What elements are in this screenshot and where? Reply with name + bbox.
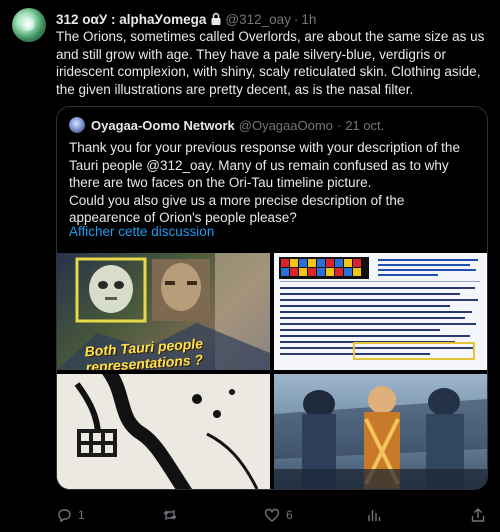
timestamp[interactable]: 1h (301, 12, 316, 27)
quote-handle: @OyagaaOomo (238, 117, 333, 133)
bar-chart-icon (368, 510, 381, 521)
media-image-3[interactable] (57, 374, 270, 489)
views-button[interactable] (366, 506, 388, 524)
retweet-icon (163, 510, 177, 520)
quote-date: 21 oct. (345, 117, 385, 133)
quoted-tweet[interactable]: Oyagaa-Oomo Network @OyagaaOomo · 21 oct… (56, 106, 488, 490)
reply-button[interactable]: 1 (56, 506, 85, 524)
like-button[interactable]: 6 (264, 506, 293, 524)
show-thread-link[interactable]: Afficher cette discussion (69, 224, 214, 239)
display-name[interactable]: 312 oαУ : alphaУomega (56, 12, 206, 27)
quote-separator: · (336, 117, 342, 133)
share-button[interactable] (470, 506, 492, 524)
painting-illustration (274, 386, 487, 489)
quote-text: Thank you for your previous response wit… (69, 140, 460, 225)
handle[interactable]: @312_oay (225, 12, 291, 27)
reply-count: 1 (78, 508, 85, 522)
action-bar: 1 6 (56, 506, 496, 524)
media-grid: Both Tauri people representations ? (57, 253, 487, 489)
media-image-1[interactable]: Both Tauri people representations ? (57, 253, 270, 370)
avatar[interactable] (12, 8, 46, 42)
quote-display-name: Oyagaa-Oomo Network (91, 117, 235, 133)
media-image-4[interactable] (274, 374, 487, 489)
tweet-text: The Orions, sometimes called Overlords, … (56, 29, 485, 97)
lock-icon (210, 12, 222, 26)
quote-header: Oyagaa-Oomo Network @OyagaaOomo · 21 oct… (91, 116, 479, 134)
retweet-button[interactable] (162, 506, 184, 524)
tweet[interactable]: 312 oαУ : alphaУomega @312_oay · 1h The … (0, 0, 500, 532)
separator: · (293, 11, 299, 27)
quote-avatar (69, 117, 85, 133)
tweet-header: 312 oαУ : alphaУomega @312_oay · 1h (56, 10, 488, 28)
heart-icon (264, 508, 280, 522)
share-icon (471, 508, 485, 522)
sketch-illustration (57, 374, 270, 489)
code-grid-graphic (279, 257, 480, 360)
like-count: 6 (286, 508, 293, 522)
media-image-2[interactable] (274, 253, 487, 370)
reply-icon (58, 509, 71, 523)
